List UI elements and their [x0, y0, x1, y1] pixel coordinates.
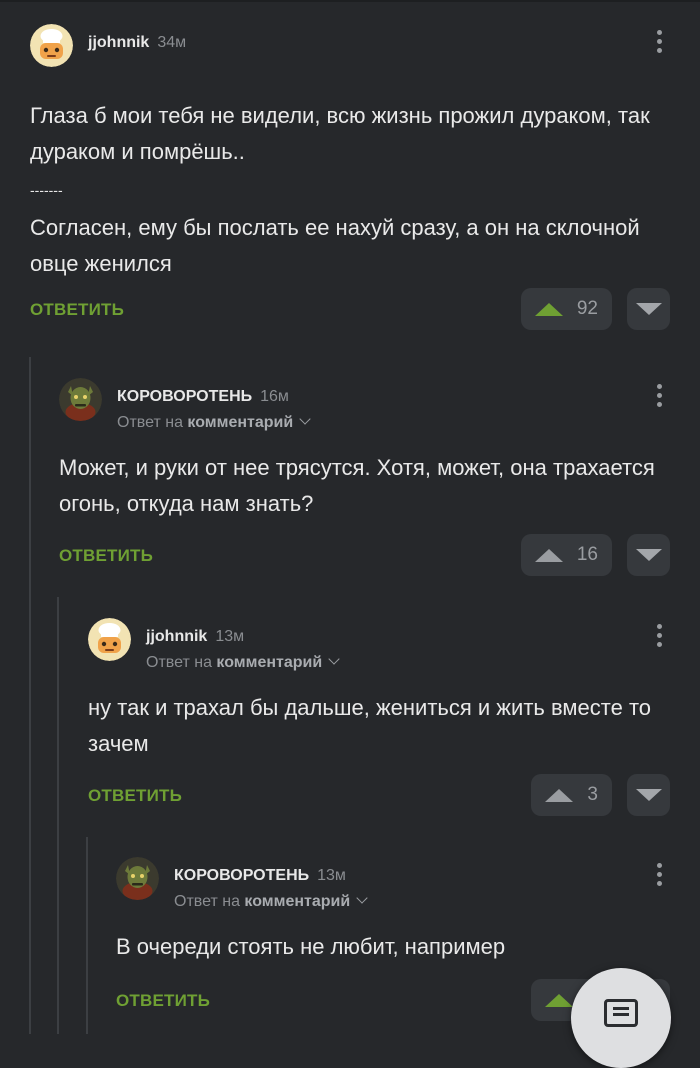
comment-text: ну так и трахал бы дальше, жениться и жи…: [88, 695, 652, 756]
goblin-avatar-icon[interactable]: [116, 857, 159, 900]
reply-to-link[interactable]: Ответ на комментарий: [174, 892, 368, 911]
chevron-down-icon: [299, 413, 311, 425]
author-name[interactable]: jjohnnik 34м: [88, 34, 186, 52]
goblin-avatar-icon[interactable]: [59, 378, 102, 421]
chevron-down-icon: [328, 653, 340, 665]
comment-separator: -------: [30, 182, 63, 198]
upvote-button[interactable]: 16: [520, 534, 612, 576]
more-options-icon[interactable]: [657, 624, 663, 650]
chef-avatar-icon[interactable]: [88, 618, 131, 661]
top-divider: [0, 0, 700, 2]
thread-line-level-3[interactable]: [86, 837, 88, 1034]
comment-text: В очереди стоять не любит, например: [116, 934, 506, 959]
reply-button[interactable]: ОТВЕТИТЬ: [88, 786, 182, 806]
comment-actions: ОТВЕТИТЬ 16: [59, 534, 700, 578]
comment-text-continued: Согласен, ему бы послать ее нахуй сразу,…: [30, 215, 640, 276]
comment-text: Глаза б мои тебя не видели, всю жизнь пр…: [30, 103, 650, 164]
reply-button[interactable]: ОТВЕТИТЬ: [59, 546, 153, 566]
author-name[interactable]: КОРОВОРОТЕНЬ 16м: [117, 388, 289, 406]
author-name[interactable]: jjohnnik 13м: [146, 628, 244, 646]
reply-button[interactable]: ОТВЕТИТЬ: [116, 991, 210, 1011]
vote-score: 16: [576, 544, 598, 565]
downvote-arrow-icon: [635, 303, 662, 315]
vote-score: 3: [587, 784, 598, 805]
comment: jjohnnik 34м Глаза б мои тебя не видели, …: [30, 24, 700, 332]
downvote-button[interactable]: [627, 288, 670, 330]
comment-header: jjohnnik 34м: [30, 24, 700, 80]
reply-button[interactable]: ОТВЕТИТЬ: [30, 300, 124, 320]
downvote-button[interactable]: [627, 774, 670, 816]
chevron-down-icon: [356, 892, 368, 904]
upvote-button[interactable]: 3: [531, 774, 612, 816]
reply-to-link[interactable]: Ответ на комментарий: [117, 413, 311, 432]
comment-header: КОРОВОРОТЕНЬ 16м Ответ на комментарий: [59, 378, 700, 434]
upvote-arrow-icon: [534, 548, 563, 562]
reply-to-link[interactable]: Ответ на комментарий: [146, 653, 340, 672]
vote-score: 92: [576, 298, 598, 319]
comment-actions: ОТВЕТИТЬ 3: [88, 774, 700, 818]
more-options-icon[interactable]: [657, 384, 663, 410]
more-options-icon[interactable]: [657, 30, 663, 56]
more-options-icon[interactable]: [657, 863, 663, 889]
downvote-arrow-icon: [635, 549, 662, 561]
comment-icon: [604, 999, 638, 1027]
comment-header: jjohnnik 13м Ответ на комментарий: [88, 618, 700, 674]
comment-time: 13м: [215, 628, 245, 645]
new-comment-button[interactable]: [571, 968, 671, 1068]
upvote-arrow-icon: [545, 788, 574, 802]
comment-time: 13м: [317, 867, 346, 884]
thread-line-level-2[interactable]: [57, 597, 59, 1034]
comment-reply: jjohnnik 13м Ответ на комментарий ну так …: [88, 618, 700, 818]
comment-header: КОРОВОРОТЕНЬ 13м Ответ на комментарий: [116, 857, 700, 913]
comment-time: 16м: [260, 388, 289, 405]
upvote-arrow-icon: [545, 993, 574, 1007]
author-name[interactable]: КОРОВОРОТЕНЬ 13м: [174, 867, 346, 885]
comment-reply: КОРОВОРОТЕНЬ 16м Ответ на комментарий Мож…: [59, 378, 700, 578]
comment-text: Может, и руки от нее трясутся. Хотя, мож…: [59, 455, 655, 516]
downvote-button[interactable]: [627, 534, 670, 576]
upvote-arrow-icon: [534, 302, 563, 316]
chef-avatar-icon[interactable]: [30, 24, 73, 67]
comment-actions: ОТВЕТИТЬ 92: [30, 288, 700, 332]
thread-line-level-1[interactable]: [29, 357, 31, 1034]
comment-time: 34м: [157, 34, 187, 51]
upvote-button[interactable]: 92: [520, 288, 612, 330]
downvote-arrow-icon: [635, 789, 662, 801]
